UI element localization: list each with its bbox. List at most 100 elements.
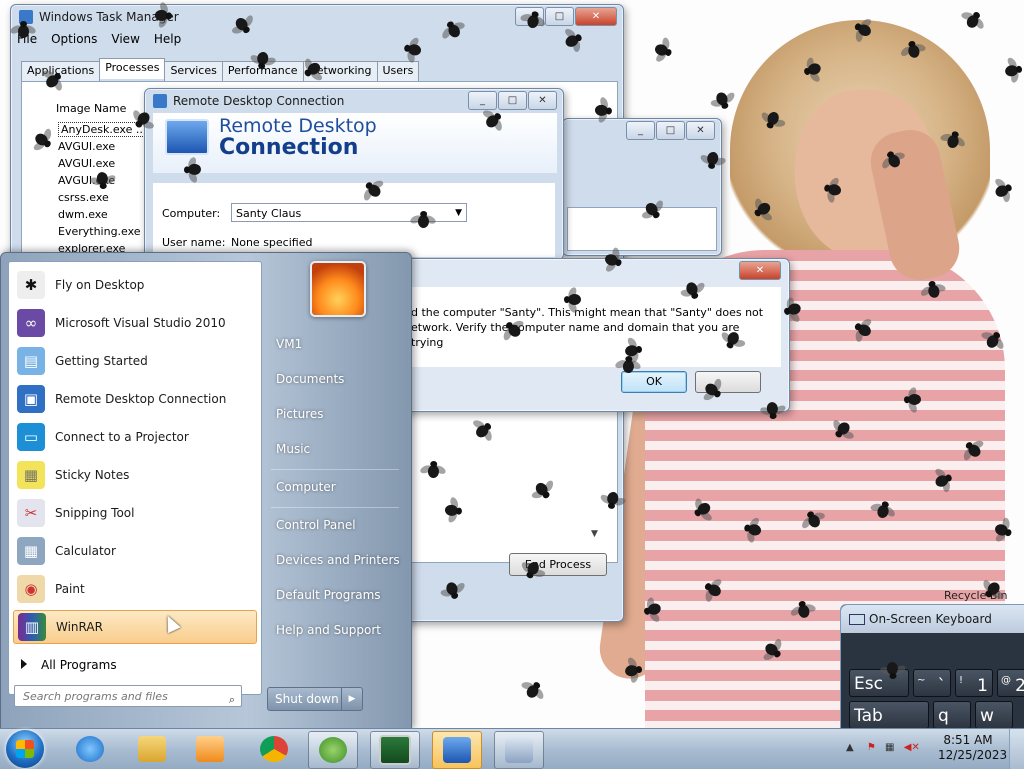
key-tab[interactable]: Tab [849,701,929,729]
paint-palette-icon: ◉ [17,575,45,603]
scroll-down-arrow[interactable]: ▼ [591,529,598,539]
maximize-button[interactable]: □ [545,7,574,26]
shutdown-options-arrow-icon[interactable]: ▶ [341,688,362,710]
close-button[interactable]: ✕ [686,121,715,140]
taskbar-task-manager[interactable] [370,731,420,769]
menu-options[interactable]: Options [51,32,97,46]
taskbar-utorrent[interactable] [308,731,358,769]
taskbar-explorer[interactable] [128,731,176,767]
key-w[interactable]: w [975,701,1013,729]
shutdown-button[interactable]: Shut down ▶ [267,687,363,711]
taskbar-remote-desktop[interactable] [432,731,482,769]
show-hidden-icons-arrow[interactable]: ▲ [846,742,854,753]
start-right-pictures[interactable]: Pictures [276,407,324,421]
all-programs-button[interactable]: All Programs [15,658,117,672]
start-menu-programs-pane: ✱ Fly on Desktop ∞ Microsoft Visual Stud… [8,261,262,695]
show-desktop-button[interactable] [1009,729,1024,769]
start-right-music[interactable]: Music [276,442,310,456]
on-screen-keyboard-window[interactable]: On-Screen Keyboard Esc ~ ` ! 1 @2 Tab q w [840,604,1024,732]
osk-titlebar[interactable]: On-Screen Keyboard [841,605,1024,633]
key-q[interactable]: q [933,701,971,729]
start-right-devices-printers[interactable]: Devices and Printers [276,553,400,567]
remote-desktop-icon [165,119,209,155]
start-item-connect-projector[interactable]: ▭ Connect to a Projector [13,420,257,454]
start-item-remote-desktop[interactable]: ▣ Remote Desktop Connection [13,382,257,416]
start-menu[interactable]: ✱ Fly on Desktop ∞ Microsoft Visual Stud… [0,252,412,730]
chevron-down-icon[interactable]: ▼ [455,204,462,223]
key-w-label: w [980,706,994,726]
tab-processes[interactable]: Processes [99,58,166,79]
close-button[interactable]: ✕ [528,91,557,110]
start-search-input[interactable]: Search programs and files ⌕ [14,685,242,707]
start-item-label: Fly on Desktop [55,278,145,292]
key-2-bottom: 2 [1015,676,1024,696]
taskbar-media-player[interactable] [186,731,234,767]
fly-icon [419,460,447,481]
user-avatar[interactable] [310,261,366,317]
start-item-sticky-notes[interactable]: ▦ Sticky Notes [13,458,257,492]
utorrent-icon [319,737,347,763]
task-manager-menubar: File Options View Help [17,32,181,46]
process-row[interactable]: AVGUI.exe [58,140,115,153]
key-1[interactable]: ! 1 [955,669,993,697]
action-center-flag-icon[interactable]: ⚑ [867,742,876,753]
key-1-top: ! [959,675,964,686]
menu-view[interactable]: View [111,32,139,46]
rdc-heading-line1: Remote Desktop [219,115,377,137]
start-item-snipping-tool[interactable]: ✂ Snipping Tool [13,496,257,530]
tab-services[interactable]: Services [164,61,223,82]
fly-icon [89,168,117,191]
start-item-winrar[interactable]: ▥ WinRAR [13,610,257,644]
error-line-2: etwork. Verify the computer name and dom… [411,321,740,349]
maximize-button[interactable]: □ [656,121,685,140]
fly-icon [182,156,203,184]
task-manager-icon [379,735,411,765]
remote-desktop-icon: ▣ [17,385,45,413]
start-item-visual-studio[interactable]: ∞ Microsoft Visual Studio 2010 [13,306,257,340]
volume-muted-icon[interactable]: ◀✕ [904,742,920,753]
start-right-help-support[interactable]: Help and Support [276,623,381,637]
network-icon[interactable]: ▦ [885,742,894,753]
column-header-image-name[interactable]: Image Name [56,102,126,115]
maximize-button[interactable]: □ [498,91,527,110]
close-button[interactable]: ✕ [739,261,781,280]
close-button[interactable]: ✕ [575,7,617,26]
start-right-computer[interactable]: Computer [276,480,336,494]
search-icon[interactable]: ⌕ [229,689,235,711]
rdc-titlebar[interactable]: Remote Desktop Connection _ □ ✕ [145,89,563,113]
start-right-default-programs[interactable]: Default Programs [276,588,381,602]
start-right-documents[interactable]: Documents [276,372,344,386]
remote-desktop-icon [443,737,471,763]
start-right-control-panel[interactable]: Control Panel [276,518,356,532]
key-tilde[interactable]: ~ ` [913,669,951,697]
taskbar-internet-explorer[interactable] [66,731,114,767]
tab-users[interactable]: Users [376,61,420,82]
taskbar-chrome[interactable] [250,731,298,767]
process-row[interactable]: dwm.exe [58,208,108,221]
process-row[interactable]: csrss.exe [58,191,109,204]
start-item-getting-started[interactable]: ▤ Getting Started [13,344,257,378]
start-item-label: Connect to a Projector [55,430,189,444]
process-row[interactable]: AVGUI.exe [58,157,115,170]
rdc-title-icon [153,94,167,108]
menu-help[interactable]: Help [154,32,181,46]
key-2[interactable]: @2 [997,669,1024,697]
start-item-label: Sticky Notes [55,468,130,482]
start-item-paint[interactable]: ◉ Paint [13,572,257,606]
fly-icon [1001,55,1024,84]
fly-icon [442,496,465,524]
taskbar-on-screen-keyboard[interactable] [494,731,544,769]
fly-icon [409,210,437,230]
start-item-label: Calculator [55,544,116,558]
taskbar-clock[interactable]: 8:51 AM 12/25/2023 [938,733,1007,763]
start-button[interactable] [6,730,44,768]
minimize-button[interactable]: _ [626,121,655,140]
start-item-fly-on-desktop[interactable]: ✱ Fly on Desktop [13,268,257,302]
start-right-user-folder[interactable]: VM1 [276,337,302,351]
fly-icon: ✱ [17,271,45,299]
taskbar: ▲ ⚑ ▦ ◀✕ 8:51 AM 12/25/2023 [0,728,1024,769]
background-dialog-window[interactable]: _ □ ✕ [562,118,722,256]
process-row[interactable]: Everything.exe [58,225,141,238]
start-item-calculator[interactable]: ▦ Calculator [13,534,257,568]
projector-icon: ▭ [17,423,45,451]
